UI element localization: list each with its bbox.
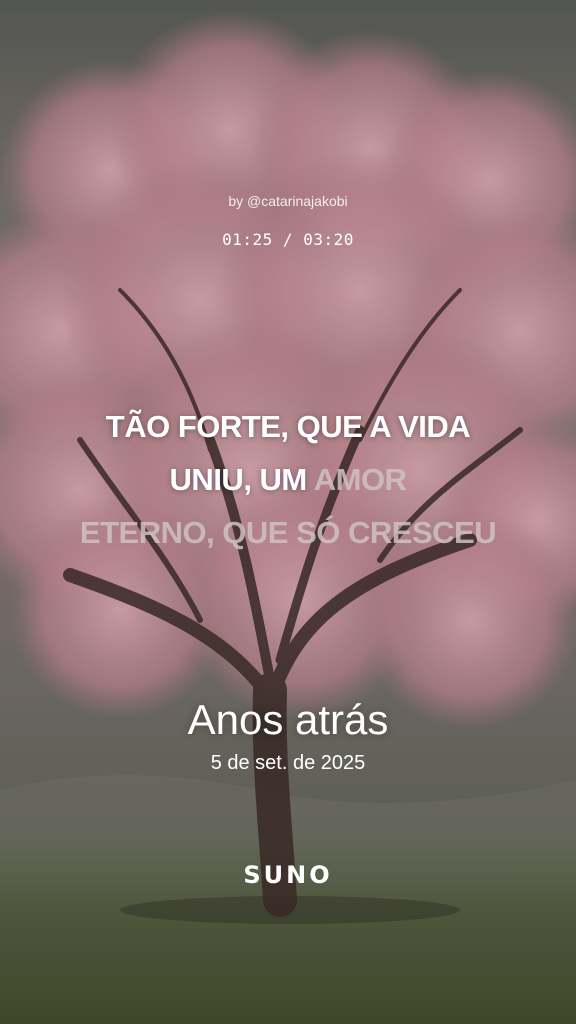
lyric-sung-text: TÃO FORTE, QUE A VIDA	[105, 409, 471, 444]
lyric-sung-text: UNIU, UM	[169, 462, 314, 497]
playback-time: 01:25 / 03:20	[222, 230, 354, 249]
lyric-line-1: TÃO FORTE, QUE A VIDA	[0, 400, 576, 453]
song-title: Anos atrás	[187, 696, 389, 743]
artist-credit[interactable]: by @catarinajakobi	[0, 193, 576, 209]
suno-logo[interactable]: SUNO	[0, 861, 576, 889]
lyric-line-2: UNIU, UM AMOR	[0, 453, 576, 506]
lyric-line-3: ETERNO, QUE SÓ CRESCEU	[0, 506, 576, 559]
song-visual-card: by @catarinajakobi 01:25 / 03:20 TÃO FOR…	[0, 0, 576, 1024]
lyric-upcoming-text: ETERNO, QUE SÓ CRESCEU	[79, 515, 497, 550]
lyric-upcoming-text: AMOR	[313, 462, 407, 497]
release-date: 5 de set. de 2025	[210, 752, 366, 774]
lyrics-block: TÃO FORTE, QUE A VIDA UNIU, UM AMOR ETER…	[0, 400, 576, 559]
